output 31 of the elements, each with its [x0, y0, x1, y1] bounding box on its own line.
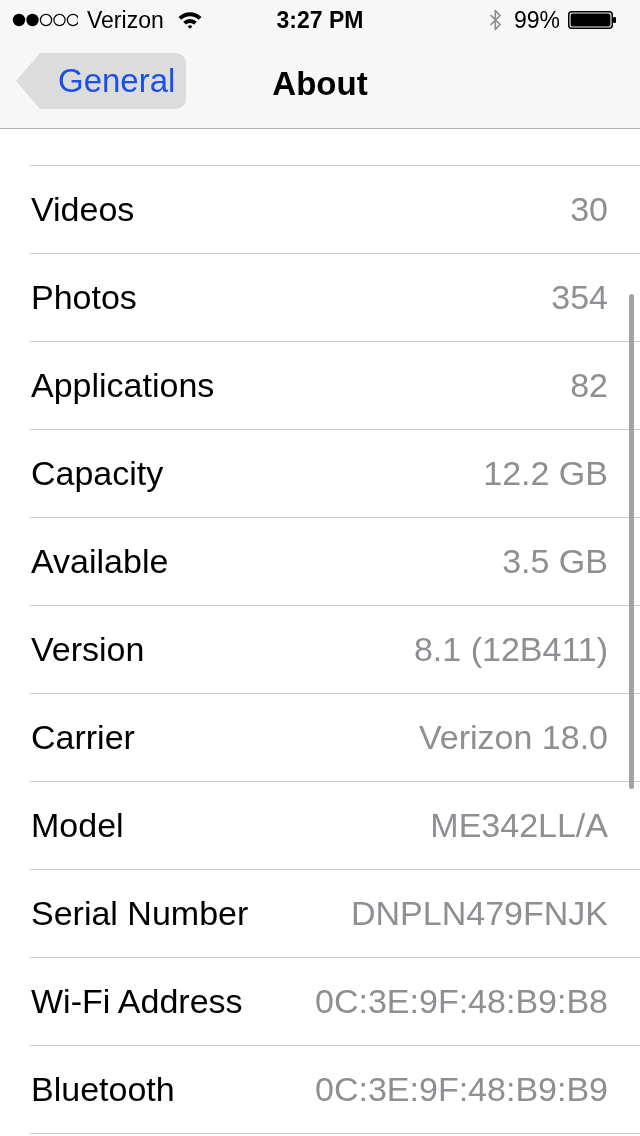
setting-value: 0C:3E:9F:48:B9:B9 [315, 1070, 608, 1109]
nav-title: About [272, 65, 368, 103]
setting-value: 8.1 (12B411) [413, 630, 608, 669]
setting-label: Applications [31, 366, 215, 405]
setting-label: Photos [31, 278, 137, 317]
wifi-icon [177, 11, 202, 29]
setting-value: Verizon 18.0 [418, 718, 608, 757]
setting-value: 0C:3E:9F:48:B9:B8 [315, 982, 608, 1021]
bluetooth-icon [488, 8, 502, 32]
signal-strength-icon [12, 13, 78, 27]
carrier-name: Verizon [87, 6, 164, 34]
status-time: 3:27 PM [276, 6, 364, 34]
setting-value: 82 [570, 366, 608, 405]
setting-value: 30 [570, 190, 608, 229]
setting-label: Capacity [31, 454, 164, 493]
setting-value: DNPLN479FNJK [351, 894, 608, 933]
back-button[interactable]: General [16, 53, 186, 109]
setting-value: 354 [551, 278, 608, 317]
setting-value: 12.2 GB [483, 454, 608, 493]
battery-percentage: 99% [513, 6, 560, 34]
setting-label: Carrier [31, 718, 135, 757]
setting-label: Available [31, 542, 169, 581]
setting-value: ME342LL/A [430, 806, 608, 845]
battery-icon [568, 11, 616, 29]
setting-label: Serial Number [31, 894, 249, 933]
setting-label: Version [31, 630, 145, 669]
setting-label: Bluetooth [31, 1070, 175, 1109]
setting-label: Wi-Fi Address [31, 982, 243, 1021]
setting-label: Videos [31, 190, 135, 229]
setting-label: Model [31, 806, 124, 845]
setting-value: 3.5 GB [502, 542, 608, 581]
